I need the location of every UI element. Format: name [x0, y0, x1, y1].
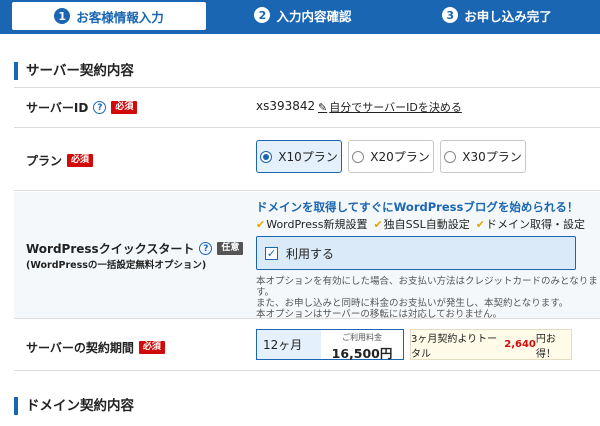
step-1: 1 お客様情報入力	[12, 2, 206, 30]
step-label: 入力内容確認	[276, 8, 352, 24]
radio-icon	[352, 150, 365, 163]
wp-note-line: また、お申し込みと同時に料金のお支払いが発生し、本契約となります。	[256, 298, 569, 309]
check-icon: ✔	[373, 218, 383, 231]
promo-suffix: 円お得！	[535, 333, 556, 360]
optional-badge: 任意	[217, 242, 244, 255]
server-id-value: xs393842	[256, 99, 316, 113]
fee-value: 16,500円	[331, 346, 393, 361]
period-select[interactable]: 12ヶ月	[256, 329, 322, 360]
radio-icon	[444, 150, 457, 163]
promo-prefix: 3ヶ月契約よりトータル	[411, 333, 498, 360]
help-icon[interactable]: ?	[199, 242, 213, 255]
required-badge: 必須	[111, 101, 138, 114]
progress-steps: 1 お客様情報入力 2 入力内容確認 3 お申し込み完了	[0, 0, 600, 34]
plan-option-label: X20プラン	[370, 150, 430, 164]
checkbox-checked-icon: ✓	[265, 246, 278, 260]
step-number: 2	[254, 7, 271, 23]
step-number: 3	[442, 7, 459, 23]
step-label: お客様情報入力	[76, 9, 164, 25]
custom-server-id-link[interactable]: ✎ 自分でサーバーIDを決める	[318, 99, 462, 115]
step-2: 2 入力内容確認	[206, 0, 400, 30]
step-number: 1	[54, 8, 71, 24]
check-icon: ✔	[475, 218, 485, 231]
wp-sublabel: (WordPressの一括設定無料オプション)	[26, 260, 207, 271]
wp-label: WordPressクイックスタート	[26, 242, 195, 256]
radio-selected-icon	[260, 150, 273, 163]
promo-amount: 2,640	[504, 339, 536, 350]
wp-feature: ✔ドメイン取得・設定	[475, 218, 585, 231]
required-badge: 必須	[138, 341, 165, 354]
divider	[14, 318, 600, 319]
wp-row-label: WordPressクイックスタート ? 任意	[26, 240, 244, 257]
step-3: 3 お申し込み完了	[400, 0, 594, 30]
plan-row-label: プラン 必須	[26, 152, 94, 169]
help-icon[interactable]: ?	[93, 101, 107, 114]
fee-label: ご利用料金	[342, 333, 382, 342]
divider	[14, 127, 600, 128]
wp-feature: ✔WordPress新規設置	[256, 218, 368, 231]
pencil-icon: ✎	[318, 100, 328, 114]
custom-server-id-link-text: 自分でサーバーIDを決める	[329, 101, 462, 114]
promo-note: 3ヶ月契約よりトータル 2,640 円お得！	[410, 329, 572, 360]
fee-display: ご利用料金 16,500円	[321, 329, 404, 361]
plan-option-x10[interactable]: X10プラン	[256, 140, 342, 173]
period-row-label: サーバーの契約期間 必須	[26, 339, 165, 356]
wp-use-checkbox[interactable]: ✓ 利用する	[256, 236, 576, 270]
wp-note-line: 本オプションを有効にした場合、お支払い方法はクレジットカードのみとなります。	[256, 276, 598, 298]
plan-label: プラン	[26, 154, 63, 168]
wp-feature-list: ✔WordPress新規設置 ✔独自SSL自動設定 ✔ドメイン取得・設定	[256, 216, 585, 232]
plan-option-x20[interactable]: X20プラン	[348, 140, 434, 173]
wp-notes: 本オプションを有効にした場合、お支払い方法はクレジットカードのみとなります。 ま…	[256, 276, 600, 320]
step-label: お申し込み完了	[464, 8, 552, 24]
server-id-label: サーバーID	[26, 101, 89, 115]
plan-option-label: X10プラン	[278, 150, 338, 164]
check-icon: ✔	[256, 218, 266, 231]
server-id-row-label: サーバーID ? 必須	[26, 99, 138, 116]
divider	[14, 190, 600, 191]
wp-headline: ドメインを取得してすぐにWordPressブログを始められる！	[256, 200, 579, 214]
section-title-domain: ドメイン契約内容	[14, 397, 134, 415]
period-label: サーバーの契約期間	[26, 341, 134, 355]
divider	[14, 370, 600, 371]
required-badge: 必須	[67, 154, 94, 167]
wp-feature: ✔独自SSL自動設定	[373, 218, 470, 231]
plan-option-x30[interactable]: X30プラン	[440, 140, 526, 173]
divider	[14, 87, 600, 88]
wp-use-label: 利用する	[286, 246, 335, 261]
section-title-server: サーバー契約内容	[14, 62, 134, 80]
plan-option-label: X30プラン	[462, 150, 522, 164]
